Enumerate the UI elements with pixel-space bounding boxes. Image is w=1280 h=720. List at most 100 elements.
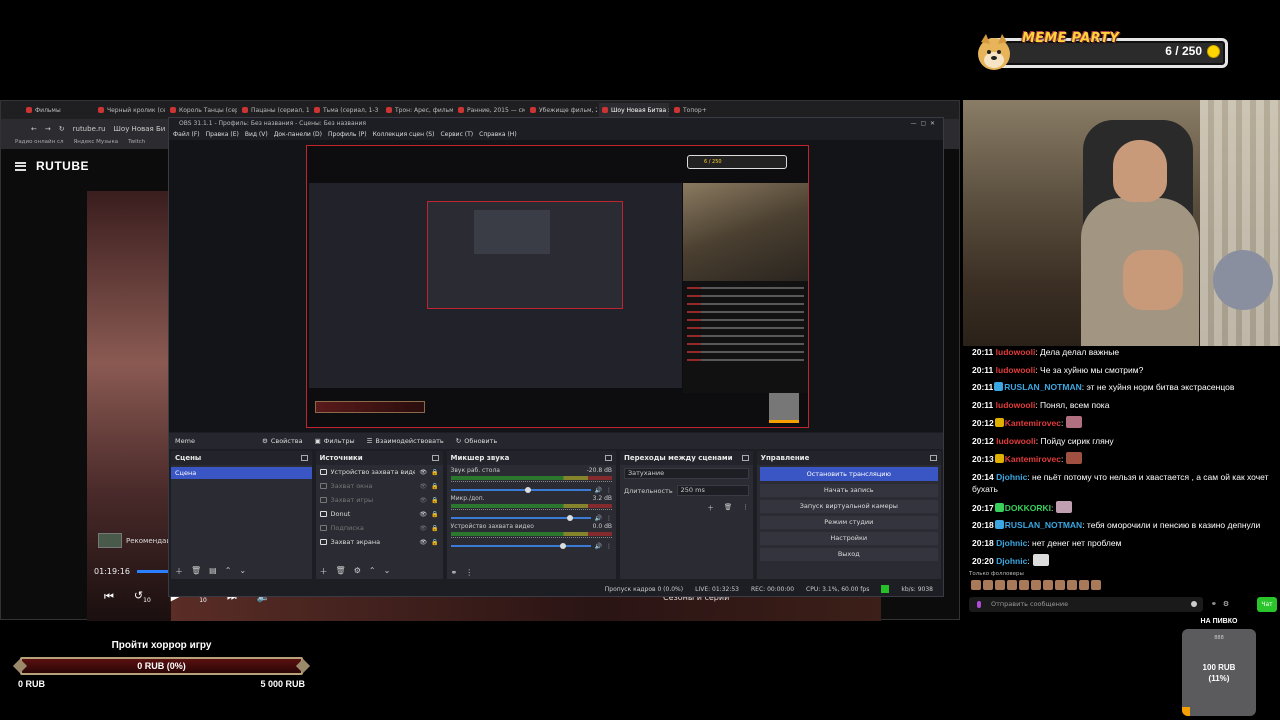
eye-icon[interactable]: 👁 <box>419 469 427 476</box>
browser-tab[interactable]: Черный кролик (сер <box>95 103 165 117</box>
obs-menu-item[interactable]: Док-панели (D) <box>274 131 322 138</box>
video-player-bottom[interactable] <box>171 596 881 621</box>
stop-stream-button[interactable]: Остановить трансляцию <box>759 467 938 481</box>
popout-icon[interactable] <box>300 455 308 461</box>
previous-icon[interactable]: ⏮ <box>104 590 114 604</box>
browser-tab[interactable]: Трон: Арес, фильм <box>383 103 453 117</box>
reload-icon[interactable]: ↻ <box>59 125 65 133</box>
studio-mode-button[interactable]: Режим студии <box>759 516 938 529</box>
browser-tab[interactable]: Убежище фильм, 202 <box>527 103 597 117</box>
lock-icon[interactable]: 🔒 <box>431 539 438 546</box>
start-recording-button[interactable]: Начать запись <box>759 484 938 497</box>
trash-icon[interactable]: 🗑 <box>191 566 201 577</box>
obs-menu-item[interactable]: Вид (V) <box>245 131 268 138</box>
speaker-icon[interactable]: 🔊 <box>595 487 602 494</box>
fader-track[interactable] <box>450 515 591 521</box>
obs-preview[interactable]: 6 / 250 <box>169 140 943 432</box>
fader-knob[interactable] <box>524 487 531 493</box>
emoji-icon[interactable] <box>1191 601 1197 607</box>
chat-input[interactable]: Отправить сообщение <box>969 597 1203 612</box>
virtual-camera-button[interactable]: Запуск виртуальной камеры <box>759 500 938 513</box>
preview-canvas[interactable]: 6 / 250 <box>306 145 809 428</box>
speaker-icon[interactable]: 🔊 <box>595 543 602 550</box>
address-url[interactable]: rutube.ru <box>73 125 106 133</box>
lock-icon[interactable]: 🔒 <box>431 469 438 476</box>
lock-icon[interactable]: 🔒 <box>431 483 438 490</box>
source-item[interactable]: Donut 👁 🔒 <box>316 507 443 521</box>
lock-icon[interactable]: 🔒 <box>431 497 438 504</box>
popout-icon[interactable] <box>431 455 439 461</box>
interact-button[interactable]: ☰ Взаимодействовать <box>367 437 444 445</box>
filter-icon[interactable]: ▤ <box>209 566 217 577</box>
back-icon[interactable]: ← <box>31 125 37 133</box>
chat-username[interactable]: Djohnic <box>996 538 1027 548</box>
chat-username[interactable]: DOKKORKI <box>1005 503 1051 513</box>
more-icon[interactable]: ⋮ <box>606 543 612 550</box>
chat-username[interactable]: Kantemirovec <box>1005 418 1061 428</box>
chat-username[interactable]: ludowooli <box>996 365 1036 375</box>
obs-menu-item[interactable]: Правка (E) <box>206 131 239 138</box>
fader-knob[interactable] <box>566 515 573 521</box>
bookmark-item[interactable]: Радио онлайн сл <box>15 139 63 149</box>
popout-icon[interactable] <box>605 455 612 461</box>
bookmark-item[interactable]: Twitch <box>128 139 145 149</box>
filters-button[interactable]: ▣ Фильтры <box>315 437 355 445</box>
scene-item[interactable]: Сцена <box>171 467 312 479</box>
bookmark-item[interactable]: Яндекс Музыка <box>73 139 118 149</box>
popout-icon[interactable] <box>929 455 937 461</box>
transition-type-select[interactable]: Затухание <box>624 468 749 479</box>
chevron-down-icon[interactable]: ⌄ <box>239 566 246 577</box>
source-item[interactable]: Подпиcка 👁 🔒 <box>316 521 443 535</box>
obs-menu-item[interactable]: Сервис (T) <box>440 131 473 138</box>
browser-tab[interactable]: Топор+ <box>671 103 741 117</box>
chevron-down-icon[interactable]: ⌄ <box>384 566 391 577</box>
add-icon[interactable]: ＋ <box>175 566 183 577</box>
refresh-button[interactable]: ↻ Обновить <box>456 437 497 445</box>
rutube-logo[interactable]: RUTUBE <box>36 159 89 173</box>
recommendation-item[interactable]: Рекомендаци <box>98 533 176 548</box>
chat-username[interactable]: Djohnic <box>996 556 1027 566</box>
obs-menu-item[interactable]: Коллекция сцен (S) <box>373 131 435 138</box>
obs-menu-item[interactable]: Файл (F) <box>173 131 200 138</box>
browser-tab[interactable]: Ранние, 2015 — смо <box>455 103 525 117</box>
player-progress-bar[interactable] <box>137 570 171 573</box>
settings-button[interactable]: Настройки <box>759 532 938 545</box>
source-item[interactable]: Захват окна 👁 🔒 <box>316 479 443 493</box>
emote-bar[interactable] <box>971 580 1101 590</box>
more-icon[interactable]: ⋮ <box>606 515 612 522</box>
browser-tab[interactable]: Король Танцы (сер <box>167 103 237 117</box>
chevron-up-icon[interactable]: ⌃ <box>225 566 232 577</box>
fader-track[interactable] <box>450 487 591 493</box>
eye-icon[interactable]: 👁 <box>419 483 427 490</box>
video-player[interactable] <box>87 191 171 621</box>
popout-icon[interactable] <box>741 455 749 461</box>
chevron-up-icon[interactable]: ⌃ <box>369 566 376 577</box>
chat-username[interactable]: Kantemirovec <box>1005 454 1061 464</box>
obs-menu-item[interactable]: Справка (H) <box>479 131 517 138</box>
forward-icon[interactable]: → <box>45 125 51 133</box>
eye-icon[interactable]: 👁 <box>419 497 427 504</box>
eye-icon[interactable]: 👁 <box>419 525 427 532</box>
add-icon[interactable]: ＋ <box>707 502 714 512</box>
add-icon[interactable]: ＋ <box>320 566 328 577</box>
trash-icon[interactable]: 🗑 <box>336 566 346 577</box>
speaker-icon[interactable]: 🔊 <box>595 515 602 522</box>
properties-button[interactable]: ⚙ Свойства <box>262 437 303 445</box>
source-item[interactable]: Устройство захвата видео 👁 🔒 <box>316 465 443 479</box>
browser-tab[interactable]: Фильмы <box>23 103 93 117</box>
more-icon[interactable]: ⋮ <box>742 503 749 511</box>
gear-icon[interactable]: ⚙ <box>1223 600 1229 608</box>
rewind-icon[interactable]: ↺10 <box>134 589 151 604</box>
volume-fader[interactable]: 🔊 ⋮ <box>450 543 612 550</box>
fader-track[interactable] <box>450 543 591 549</box>
lock-icon[interactable]: 🔒 <box>431 525 438 532</box>
exit-button[interactable]: Выход <box>759 548 938 561</box>
duration-input[interactable]: 250 ms <box>676 485 749 496</box>
source-item[interactable]: Захват экрана 👁 🔒 <box>316 535 443 549</box>
lock-icon[interactable]: 🔒 <box>431 511 438 518</box>
browser-tab[interactable]: Шоу Новая Битва э <box>599 103 669 117</box>
window-controls[interactable]: — ▢ ✕ <box>911 120 935 127</box>
trash-icon[interactable]: 🗑 <box>724 503 732 511</box>
menu-icon[interactable] <box>15 161 26 171</box>
chat-username[interactable]: Djohnic <box>996 472 1027 482</box>
